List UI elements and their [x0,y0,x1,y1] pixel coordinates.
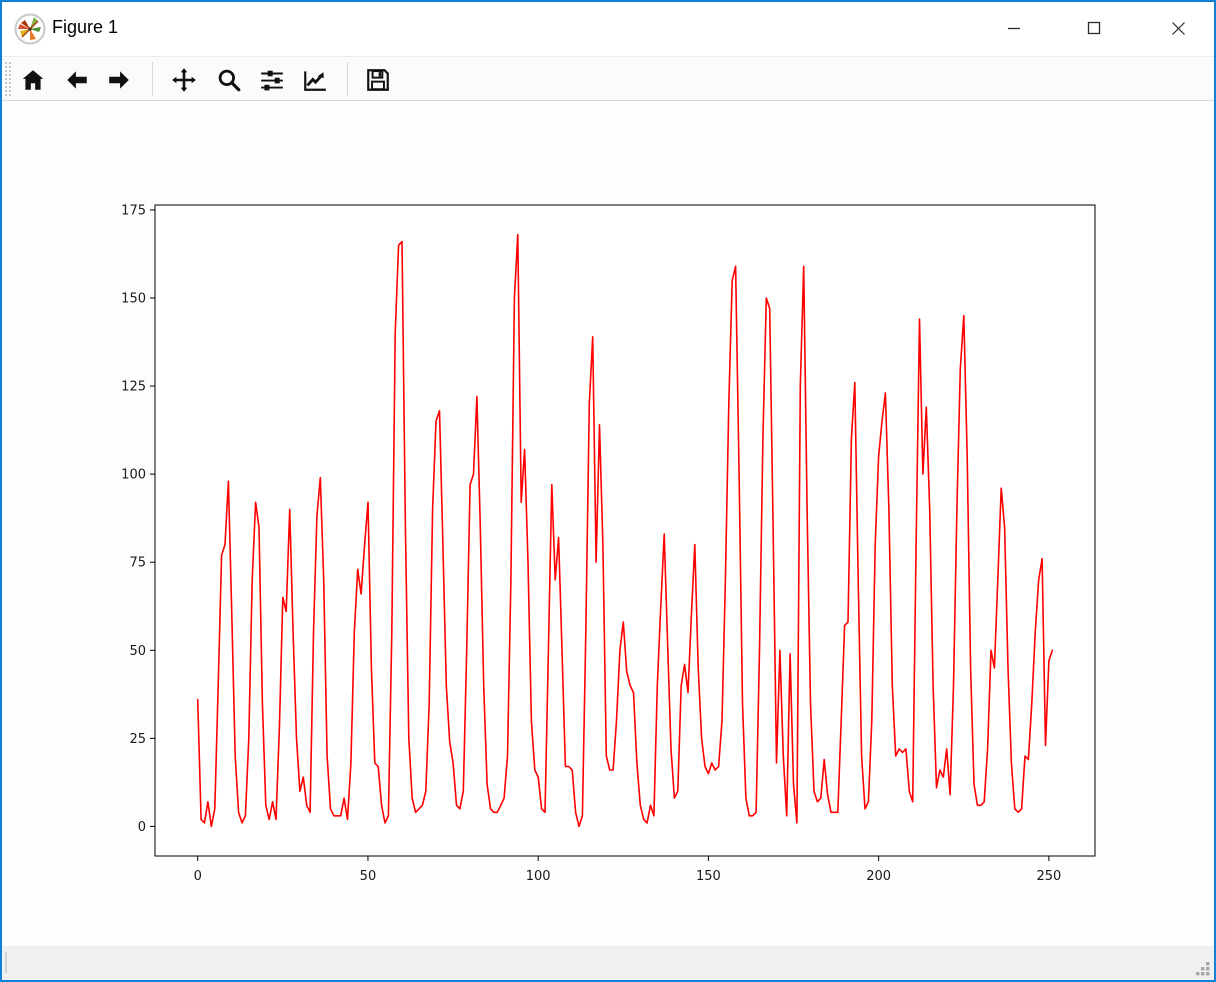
back-button[interactable] [59,62,95,98]
sliders-icon [259,67,285,93]
x-tick-label: 250 [1036,869,1061,884]
magnifier-icon [216,67,242,93]
plot-area [155,205,1095,856]
minimize-button[interactable] [982,2,1046,54]
minimize-icon [1007,21,1021,35]
pan-button[interactable] [166,62,202,98]
edit-parameters-button[interactable] [297,62,333,98]
save-button[interactable] [360,62,396,98]
navigation-toolbar [2,56,1214,101]
configure-subplots-button[interactable] [254,62,290,98]
statusbar [2,946,1214,980]
forward-button[interactable] [101,62,137,98]
statusbar-grip [5,952,7,973]
x-tick-label: 200 [866,869,891,884]
toolbar-separator [347,62,348,96]
home-icon [20,67,46,93]
window-title: Figure 1 [52,17,118,38]
close-button[interactable] [1146,2,1210,54]
x-tick-label: 0 [194,869,202,884]
x-tick-label: 50 [360,869,377,884]
zoom-rect-button[interactable] [211,62,247,98]
y-tick-label: 100 [121,468,146,483]
y-tick-label: 50 [129,644,146,659]
forward-arrow-icon [106,67,132,93]
toolbar-separator [152,62,153,96]
y-tick-label: 75 [129,556,146,571]
maximize-icon [1087,21,1101,35]
y-tick-label: 150 [121,292,146,307]
save-floppy-icon [365,67,391,93]
maximize-button[interactable] [1062,2,1126,54]
y-tick-label: 25 [129,732,146,747]
line-chart-icon [302,67,328,93]
x-tick-label: 150 [696,869,721,884]
home-button[interactable] [15,62,51,98]
titlebar[interactable]: Figure 1 [2,2,1214,56]
y-tick-label: 175 [121,203,146,218]
x-tick-label: 100 [526,869,551,884]
y-tick-label: 125 [121,380,146,395]
resize-grip-icon[interactable] [1195,961,1211,977]
toolbar-grip-handle[interactable] [4,61,11,97]
axes-plot: 0 50 100 150 200 250 0 25 50 75 100 125 150 175 [2,102,1214,949]
y-tick-label: 0 [138,820,146,835]
figure-canvas[interactable]: 0 50 100 150 200 250 0 25 50 75 100 125 150 175 [2,102,1214,949]
matplotlib-logo-icon [14,13,46,45]
close-icon [1171,21,1186,36]
back-arrow-icon [64,67,90,93]
pan-move-icon [171,67,197,93]
figure-window: Figure 1 [0,0,1216,982]
